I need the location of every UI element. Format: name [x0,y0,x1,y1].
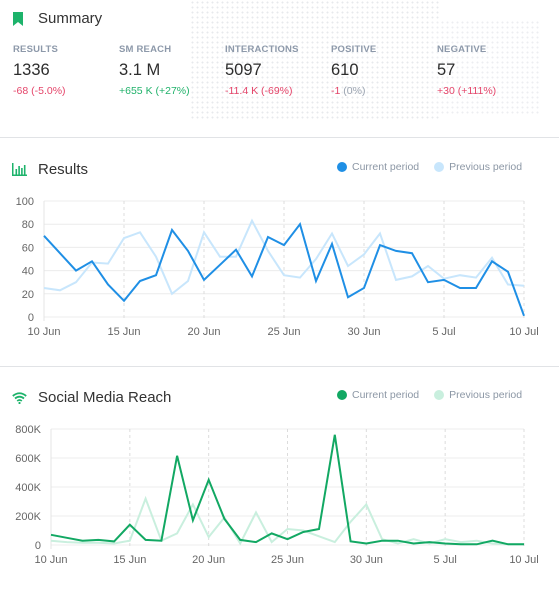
x-tick-label: 10 Jul [509,554,538,566]
reach-title: Social Media Reach [38,389,172,406]
wifi-icon [12,391,27,405]
y-tick-label: 0 [35,540,41,552]
reach-chart: 0 200K 400K 600K 800K 10 Jun 15 Jun 20 Jun 25 Ju… [15,424,538,566]
metric-value: 57 [437,61,456,79]
metric-change: -11.4 K [225,85,259,97]
metric-change: -68 [13,85,29,97]
results-chart: 0 20 40 60 80 100 10 Jun 15 Jun 20 Jun 25 Jun 30 J… [16,196,539,338]
metric-negative: NEGATIVE 57 +30 (+111%) [437,44,496,97]
metric-results: RESULTS 1336 -68 (-5.0%) [13,44,66,97]
legend-current-marker [337,390,347,400]
bar-chart-icon [12,162,27,177]
metric-change-pct: (0%) [343,85,366,97]
results-legend: Current period Previous period [337,161,537,173]
x-tick-label: 15 Jun [113,554,146,566]
x-tick-label: 10 Jun [27,326,60,338]
legend-previous[interactable]: Previous period [434,161,522,173]
legend-previous-marker [434,162,445,172]
section-divider [0,366,559,367]
metric-change: +30 [437,85,455,97]
metric-change: +655 K [119,85,153,97]
y-tick-label: 80 [22,219,34,231]
summary-header: Summary [12,10,102,27]
y-tick-label: 60 [22,242,34,254]
legend-current-label: Current period [352,161,420,173]
section-divider [0,137,559,138]
metric-label: NEGATIVE [437,44,487,55]
legend-previous-label: Previous period [449,389,523,401]
x-tick-label: 15 Jun [107,326,140,338]
metric-value: 1336 [13,61,50,79]
results-title: Results [38,161,89,178]
y-tick-label: 40 [22,266,34,278]
metric-label: SM REACH [119,44,172,55]
x-tick-label: 5 Jul [434,554,457,566]
x-tick-label: 25 Jun [271,554,304,566]
x-tick-label: 30 Jun [350,554,383,566]
y-tick-label: 400K [15,482,41,494]
metric-change-pct: (+27%) [155,85,190,97]
legend-previous-marker [434,390,445,400]
legend-previous-label: Previous period [449,161,523,173]
metric-interactions: INTERACTIONS 5097 -11.4 K (-69%) [225,44,299,97]
metric-label: POSITIVE [331,44,377,55]
metric-value: 610 [331,61,359,79]
x-tick-label: 30 Jun [347,326,380,338]
results-header: Results [12,161,88,178]
y-tick-label: 0 [28,312,34,324]
summary-title: Summary [38,10,103,27]
y-tick-label: 20 [22,289,34,301]
x-tick-label: 20 Jun [187,326,220,338]
legend-current[interactable]: Current period [337,389,419,401]
x-tick-label: 25 Jun [267,326,300,338]
metric-change-pct: (-5.0%) [31,85,66,97]
x-tick-label: 20 Jun [192,554,225,566]
x-tick-label: 10 Jun [34,554,67,566]
metric-label: INTERACTIONS [225,44,299,55]
legend-current-marker [337,162,347,172]
metric-label: RESULTS [13,44,59,55]
x-tick-label: 10 Jul [509,326,538,338]
y-tick-label: 100 [16,196,34,208]
y-tick-label: 600K [15,453,41,465]
reach-header: Social Media Reach [12,389,171,406]
y-tick-label: 800K [15,424,41,436]
metric-change: -1 [331,85,341,97]
metric-change-pct: (+111%) [457,85,497,97]
metric-value: 5097 [225,61,262,79]
metric-sm-reach: SM REACH 3.1 M +655 K (+27%) [119,44,190,97]
legend-current-label: Current period [352,389,420,401]
summary-section: Summary RESULTS 1336 -68 (-5.0%) SM REAC… [0,0,559,137]
legend-previous[interactable]: Previous period [434,389,522,401]
legend-current[interactable]: Current period [337,161,419,173]
bookmark-icon [12,11,26,26]
metric-value: 3.1 M [119,61,161,79]
metric-change-pct: (-69%) [261,85,293,97]
x-tick-label: 5 Jul [432,326,455,338]
y-tick-label: 200K [15,511,41,523]
reach-legend: Current period Previous period [337,389,537,401]
metric-positive: POSITIVE 610 -1 (0%) [331,44,376,97]
